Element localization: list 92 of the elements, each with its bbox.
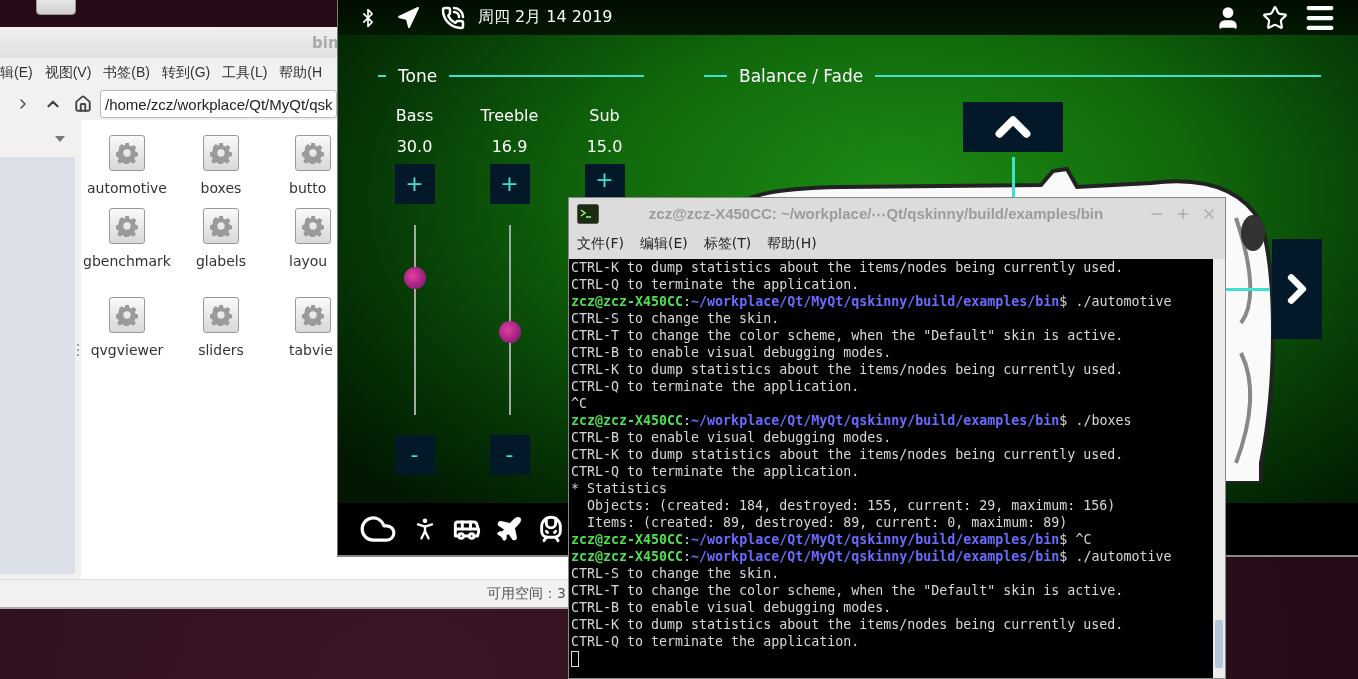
gear-icon	[116, 215, 138, 237]
splitter-handle[interactable]	[77, 342, 79, 357]
home-icon	[74, 95, 92, 113]
date-text: 周四 2月 14 2019	[478, 7, 613, 28]
terminal-line: CTRL-B to enable visual debugging modes.	[571, 599, 893, 616]
executable-file-icon[interactable]	[203, 135, 239, 171]
file-name[interactable]: sliders	[198, 342, 244, 358]
slider-handle[interactable]	[498, 320, 521, 343]
terminal-line: CTRL-K to dump statistics about the items/nodes being currently used.	[571, 616, 1125, 633]
terminal-line: CTRL-B to enable visual debugging modes.	[571, 429, 893, 446]
executable-file-icon[interactable]	[295, 297, 331, 333]
slider-value: 30.0	[396, 137, 433, 157]
section-title: Balance / Fade	[739, 66, 864, 86]
menu-item[interactable]: 文件(F)	[577, 235, 624, 253]
terminal-line: Objects: (created: 184, destroyed: 155, current: 29, maximum: 156)	[586, 497, 1117, 514]
scrollbar[interactable]	[1213, 259, 1225, 678]
file-name[interactable]: butto	[289, 180, 327, 196]
text-cursor	[571, 651, 579, 667]
slider-label: Bass	[395, 106, 434, 126]
prompt-line: zcz@zcz-X450CC:~/workplace/Qt/MyQt/qskinny/build/examples/bin$ ./boxes	[571, 412, 1133, 429]
gear-icon	[302, 304, 324, 326]
slider-label: Sub	[589, 106, 620, 126]
menu-item[interactable]: 编辑(E)	[640, 235, 688, 253]
gear-icon	[116, 142, 138, 164]
section-title: Tone	[398, 66, 438, 86]
menu-item[interactable]: 帮助(H)	[767, 235, 817, 253]
decrease-button[interactable]: -	[394, 435, 435, 475]
increase-button[interactable]: +	[489, 164, 530, 204]
terminal-line: CTRL-Q to terminate the application.	[571, 633, 861, 650]
file-name[interactable]: layou	[289, 253, 328, 269]
gear-icon	[116, 304, 138, 326]
fade-up-button[interactable]	[963, 102, 1063, 152]
terminal-app-icon	[577, 203, 599, 224]
terminal-line: CTRL-S to change the skin.	[571, 310, 781, 327]
gear-icon	[210, 304, 232, 326]
slider-value: 15.0	[586, 137, 623, 157]
terminal-line: CTRL-K to dump statistics about the items/nodes being currently used.	[571, 259, 1125, 276]
menu-item[interactable]: 标签(T)	[703, 235, 752, 253]
slider-handle[interactable]	[403, 267, 426, 289]
connector-line	[1226, 288, 1270, 291]
slider-label: Treeble	[480, 106, 539, 126]
executable-file-icon[interactable]	[203, 208, 239, 244]
gear-icon	[302, 215, 324, 237]
file-name[interactable]: boxes	[200, 180, 242, 196]
file-name[interactable]: glabels	[195, 253, 246, 269]
menu-item[interactable]: 转到(G)	[162, 64, 211, 82]
executable-file-icon[interactable]	[109, 135, 145, 171]
terminal-line: CTRL-Q to terminate the application.	[571, 463, 861, 480]
terminal-line: CTRL-B to enable visual debugging modes.	[571, 344, 893, 361]
menu-item[interactable]: 帮助(H	[279, 64, 323, 82]
path-field[interactable]: /home/zcz/workplace/Qt/MyQt/qsk	[100, 90, 337, 118]
window-title: bin	[312, 33, 339, 52]
prompt-line: zcz@zcz-X450CC:~/workplace/Qt/MyQt/qskinny/build/examples/bin$ ./automotive	[571, 548, 1173, 565]
terminal-line: CTRL-Q to terminate the application.	[571, 378, 861, 395]
terminal-line: CTRL-T to change the color scheme, when the "Default" skin is active.	[571, 582, 1125, 599]
dropdown-icon[interactable]	[55, 135, 65, 142]
menu-item[interactable]: 辑(E)	[0, 64, 33, 82]
status-text: 可用空间：3	[487, 584, 566, 603]
terminal-line: ^C	[571, 395, 588, 412]
increase-button[interactable]: +	[584, 164, 625, 197]
file-name[interactable]: tabvie	[289, 342, 333, 358]
connector-line	[1012, 157, 1015, 199]
scrollbar-thumb[interactable]	[1215, 620, 1223, 668]
executable-file-icon[interactable]	[109, 208, 145, 244]
gear-icon	[210, 215, 232, 237]
plane-icon[interactable]	[494, 515, 524, 543]
executable-file-icon[interactable]	[295, 135, 331, 171]
executable-file-icon[interactable]	[203, 297, 239, 333]
terminal-line: CTRL-T to change the color scheme, when the "Default" skin is active.	[571, 327, 1125, 344]
executable-file-icon[interactable]	[109, 297, 145, 333]
balance-right-button[interactable]	[1272, 239, 1322, 339]
menu-item[interactable]: 工具(L)	[222, 64, 268, 82]
gear-icon	[210, 142, 232, 164]
gear-icon	[302, 142, 324, 164]
slider-value: 16.9	[491, 137, 528, 157]
terminal-line: CTRL-K to dump statistics about the items/nodes being currently used.	[571, 361, 1125, 378]
menu-item[interactable]: 视图(V)	[44, 64, 92, 82]
window-title: zcz@zcz-X450CC: ~/workplace/⋯Qt/qskinny/build/examples/bin	[647, 204, 1105, 223]
terminal-line: * Statistics	[571, 480, 669, 497]
terminal-line: Items: (created: 89, destroyed: 89, current: 0, maximum: 89)	[586, 514, 1069, 531]
file-name[interactable]: automotive	[87, 180, 167, 196]
file-name[interactable]: qvgviewer	[90, 342, 164, 358]
executable-file-icon[interactable]	[295, 208, 331, 244]
file-name[interactable]: gbenchmark	[83, 253, 171, 269]
prompt-line: zcz@zcz-X450CC:~/workplace/Qt/MyQt/qskinny/build/examples/bin$ ./automotive	[571, 293, 1173, 310]
terminal-line: CTRL-S to change the skin.	[571, 565, 781, 582]
terminal-line: CTRL-K to dump statistics about the items/nodes being currently used.	[571, 446, 1125, 463]
menu-item[interactable]: 书签(B)	[103, 64, 150, 82]
terminal-line: CTRL-Q to terminate the application.	[571, 276, 861, 293]
increase-button[interactable]: +	[394, 164, 435, 204]
decrease-button[interactable]: -	[489, 435, 530, 475]
prompt-line: zcz@zcz-X450CC:~/workplace/Qt/MyQt/qskinny/build/examples/bin$ ^C	[571, 531, 1093, 548]
